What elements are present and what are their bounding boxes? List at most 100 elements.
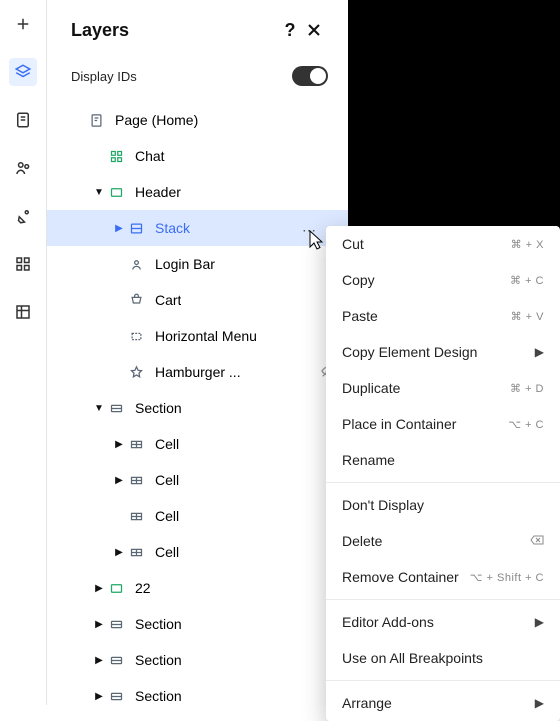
- tree-row-label: Login Bar: [155, 256, 215, 272]
- menu-item[interactable]: Use on All Breakpoints: [326, 640, 560, 676]
- menu-item[interactable]: Duplicate ⌘ + D: [326, 370, 560, 406]
- menu-item[interactable]: Place in Container ⌥ + C: [326, 406, 560, 442]
- chevron-right-icon: ▶: [535, 696, 544, 710]
- tree-row-label: Cell: [155, 508, 179, 524]
- tree-row[interactable]: ▶ 22: [47, 570, 348, 606]
- row-actions-icon[interactable]: ⋯: [302, 222, 318, 239]
- display-ids-label: Display IDs: [71, 69, 292, 84]
- tree-row[interactable]: ▶ Section: [47, 606, 348, 642]
- close-icon[interactable]: [302, 18, 326, 42]
- caret-icon[interactable]: ▶: [91, 691, 107, 702]
- tree-row-label: Section: [135, 400, 182, 416]
- left-toolbar: [0, 0, 47, 705]
- tree-row[interactable]: ▶ Section: [47, 678, 348, 705]
- menu-separator: [326, 680, 560, 681]
- menu-item-label: Delete: [342, 533, 382, 549]
- delete-key-icon: [530, 535, 544, 548]
- caret-icon[interactable]: ▶: [91, 655, 107, 666]
- menu-item[interactable]: Paste⌘ + V: [326, 298, 560, 334]
- menu-shortcut: ⌘ + D: [510, 382, 544, 395]
- tree-row[interactable]: Cell: [47, 498, 348, 534]
- menu-item-label: Don't Display: [342, 497, 424, 513]
- tree-row[interactable]: ▶ Cell: [47, 462, 348, 498]
- menu-shortcut: ⌥ + Shift + C: [470, 571, 544, 584]
- tree-row[interactable]: ▶ Cell: [47, 426, 348, 462]
- page-icon: [87, 111, 105, 129]
- tree-row[interactable]: Page (Home): [47, 102, 348, 138]
- menu-item-label: Place in Container: [342, 416, 456, 432]
- tree-row-label: Header: [135, 184, 181, 200]
- tree-row[interactable]: ▶ Section: [47, 642, 348, 678]
- tree-row-label: 22: [135, 580, 151, 596]
- caret-icon[interactable]: ▶: [111, 223, 127, 234]
- cell-icon: [127, 435, 145, 453]
- menu-item[interactable]: Arrange ▶: [326, 685, 560, 721]
- cell-icon: [127, 507, 145, 525]
- chevron-right-icon: ▶: [535, 345, 544, 359]
- tool-layers[interactable]: [9, 58, 37, 86]
- tree-row-label: Stack: [155, 220, 190, 236]
- container-icon: [107, 579, 125, 597]
- caret-icon[interactable]: ▶: [111, 547, 127, 558]
- tool-add[interactable]: [9, 10, 37, 38]
- caret-icon[interactable]: ▼: [91, 403, 107, 414]
- menu-shortcut: ⌘ + X: [511, 238, 544, 251]
- menu-item-label: Arrange: [342, 695, 392, 711]
- container-icon: [107, 183, 125, 201]
- tree-row-label: Cell: [155, 544, 179, 560]
- menu-item[interactable]: Don't Display: [326, 487, 560, 523]
- menu-item[interactable]: Rename: [326, 442, 560, 478]
- tree-row[interactable]: ▼ Section: [47, 390, 348, 426]
- caret-icon[interactable]: ▼: [91, 187, 107, 198]
- tree-row[interactable]: ▼ Header: [47, 174, 348, 210]
- dashed-icon: [127, 327, 145, 345]
- tree-row-label: Hamburger ...: [155, 364, 241, 380]
- menu-item[interactable]: Remove Container⌥ + Shift + C: [326, 559, 560, 595]
- section-icon: [107, 399, 125, 417]
- caret-icon[interactable]: ▶: [91, 619, 107, 630]
- layers-panel: Layers ? Display IDs Page (Home)Chat ▼ Hea…: [47, 0, 348, 705]
- menu-item[interactable]: Cut ⌘ + X: [326, 226, 560, 262]
- menu-item-label: Rename: [342, 452, 395, 468]
- menu-item[interactable]: Delete: [326, 523, 560, 559]
- tool-cms[interactable]: [9, 298, 37, 326]
- tree-row-label: Section: [135, 616, 182, 632]
- menu-item[interactable]: Copy⌘ + C: [326, 262, 560, 298]
- menu-shortcut: ⌘ + C: [510, 274, 544, 287]
- menu-item[interactable]: Copy Element Design ▶: [326, 334, 560, 370]
- tree-row-label: Cell: [155, 436, 179, 452]
- tree-row[interactable]: Cart: [47, 282, 348, 318]
- caret-icon[interactable]: ▶: [91, 583, 107, 594]
- help-icon[interactable]: ?: [278, 18, 302, 42]
- tree-row[interactable]: ▶ Cell: [47, 534, 348, 570]
- panel-title: Layers: [71, 20, 278, 41]
- tree-row[interactable]: Horizontal Menu: [47, 318, 348, 354]
- menu-shortcut: ⌥ + C: [508, 418, 544, 431]
- tool-apps[interactable]: [9, 250, 37, 278]
- tree-row-label: Section: [135, 652, 182, 668]
- menu-separator: [326, 599, 560, 600]
- tree-row[interactable]: Chat: [47, 138, 348, 174]
- menu-item-label: Cut: [342, 236, 364, 252]
- tool-users[interactable]: [9, 154, 37, 182]
- tree-row-label: Cell: [155, 472, 179, 488]
- star-icon: [127, 363, 145, 381]
- caret-icon[interactable]: ▶: [111, 439, 127, 450]
- caret-icon[interactable]: ▶: [111, 475, 127, 486]
- chevron-right-icon: ▶: [535, 615, 544, 629]
- tree-row[interactable]: Login Bar: [47, 246, 348, 282]
- menu-item[interactable]: Editor Add-ons▶: [326, 604, 560, 640]
- tool-pages[interactable]: [9, 106, 37, 134]
- context-menu: Cut⌘ + XCopy⌘ + CPaste⌘ + VCopy Element …: [326, 226, 560, 721]
- menu-item-label: Copy Element Design: [342, 344, 477, 360]
- grid4-icon: [107, 147, 125, 165]
- section-icon: [107, 687, 125, 705]
- tree-row[interactable]: Hamburger ...: [47, 354, 348, 390]
- tree-row-label: Section: [135, 688, 182, 704]
- section-icon: [107, 615, 125, 633]
- display-ids-toggle[interactable]: [292, 66, 328, 86]
- menu-item-label: Duplicate: [342, 380, 400, 396]
- cell-icon: [127, 471, 145, 489]
- cell-icon: [127, 543, 145, 561]
- tool-theme[interactable]: [9, 202, 37, 230]
